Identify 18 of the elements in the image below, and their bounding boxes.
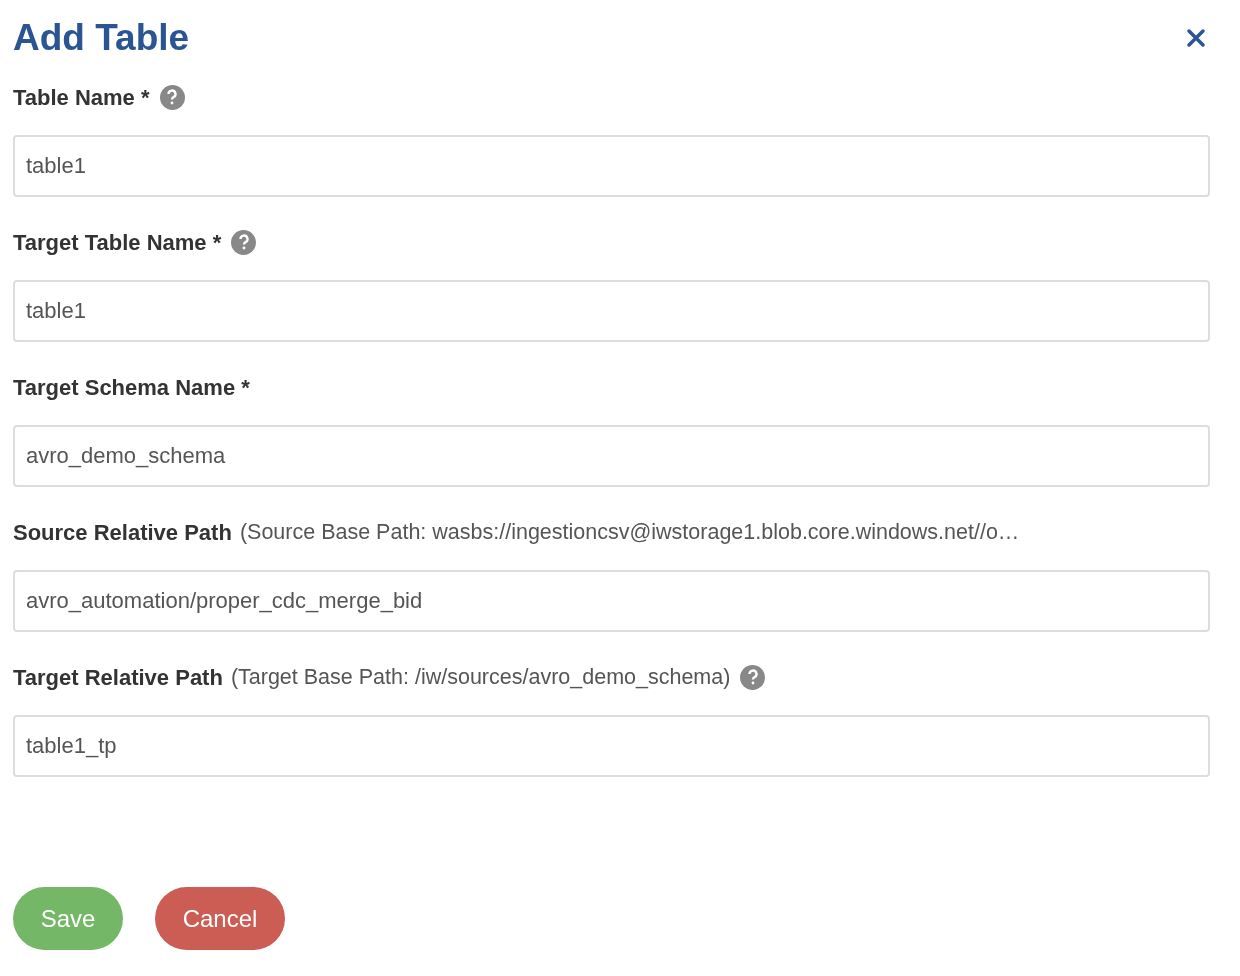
field-label: Target Relative Path — [13, 663, 223, 692]
field-label: Source Relative Path — [13, 518, 232, 547]
text-field[interactable]: avro_automation/proper_cdc_merge_bid — [13, 570, 1210, 632]
cancel-button[interactable]: Cancel — [155, 887, 285, 950]
help-icon[interactable] — [231, 229, 257, 255]
field-note: (Source Base Path: wasbs://ingestioncsv@iwstorage1.blob.core.windows.net//o… — [239, 518, 1020, 546]
field-label: Target Schema Name * — [13, 373, 250, 402]
field-label: Table Name * — [13, 83, 150, 112]
dialog-title: Add Table — [13, 16, 190, 60]
help-icon[interactable] — [740, 664, 766, 690]
close-icon — [1186, 28, 1206, 48]
text-field[interactable]: table1_tp — [13, 715, 1210, 777]
text-field[interactable]: table1 — [13, 135, 1210, 197]
field-note: (Target Base Path: /iw/sources/avro_demo_schema) — [230, 663, 731, 691]
help-icon[interactable] — [159, 84, 185, 110]
text-field[interactable]: avro_demo_schema — [13, 425, 1210, 487]
field-label: Target Table Name * — [13, 228, 222, 257]
text-field[interactable]: table1 — [13, 280, 1210, 342]
